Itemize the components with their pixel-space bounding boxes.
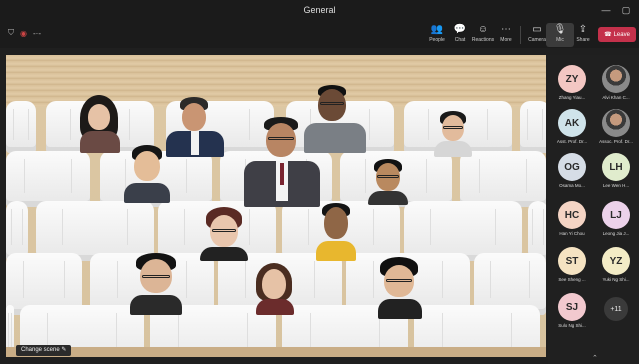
participant-tile[interactable]: ZY Zhang Yiau... <box>550 65 594 100</box>
participant-tile[interactable]: Alvi Khan C... <box>594 65 638 100</box>
avatar <box>602 65 630 93</box>
participant-tile[interactable]: ST See Sheng ... <box>550 247 594 282</box>
share-icon: ⇪ <box>578 24 588 35</box>
avatar: LJ <box>602 201 630 229</box>
seat <box>520 101 546 153</box>
participant-name: See Sheng ... <box>558 277 586 282</box>
meeting-toolbar: ⛉ ◉ -·- 👥 People 💬 Chat ☺ Reactions ⋯ Mo… <box>0 22 639 48</box>
avatar: YZ <box>602 247 630 275</box>
minimize-icon[interactable]: — <box>600 4 612 16</box>
participant-name: Han Yi Chou <box>559 231 585 236</box>
participant-tile[interactable]: Assoc. Prof. Dr... <box>594 109 638 144</box>
participant-name: Asst. Prof. Dr... <box>556 139 588 144</box>
dots-icon[interactable]: -·- <box>33 29 41 38</box>
avatar: OG <box>558 153 586 181</box>
title-bar: General — ▢ <box>0 0 639 22</box>
more-participants-badge: +11 <box>604 297 628 321</box>
seat <box>460 151 546 207</box>
together-mode-stage <box>6 55 546 357</box>
change-scene-button[interactable]: Change scene ✎ <box>16 345 72 356</box>
toolbar-divider <box>520 26 521 44</box>
avatar: AK <box>558 109 586 137</box>
seat <box>36 201 154 261</box>
participant-tile[interactable]: HC Han Yi Chou <box>550 201 594 236</box>
seat <box>6 151 90 207</box>
avatar: HC <box>558 201 586 229</box>
participant-name: Alvi Khan C... <box>602 95 630 100</box>
participant-name: Osama Mo... <box>559 183 585 188</box>
avatar: LH <box>602 153 630 181</box>
participant-tile[interactable]: LH Lee Wen H... <box>594 153 638 188</box>
avatar <box>602 109 630 137</box>
chevron-up-icon[interactable]: ⌃ <box>592 354 598 362</box>
maximize-icon[interactable]: ▢ <box>620 4 632 16</box>
participant-tile[interactable]: OG Osama Mo... <box>550 153 594 188</box>
avatar: ZY <box>558 65 586 93</box>
participant-name: Lee Wen H... <box>602 183 630 188</box>
participant-tile[interactable]: YZ Yuki Ng Shi... <box>594 247 638 282</box>
auditorium-floor <box>6 347 546 357</box>
participant-name: Sulo Ng Shi... <box>558 323 586 328</box>
seat <box>6 201 28 261</box>
participant-tile[interactable]: LJ Leong Jia J... <box>594 201 638 236</box>
participant-name: Assoc. Prof. Dr... <box>599 139 633 144</box>
participant-name: Yuki Ng Shi... <box>602 277 630 282</box>
more-icon: ⋯ <box>501 24 511 35</box>
avatar: SJ <box>558 293 586 321</box>
participant-name: Zhang Yiau... <box>558 95 586 100</box>
seat <box>6 101 36 153</box>
participant-tile[interactable]: AK Asst. Prof. Dr... <box>550 109 594 144</box>
avatar: ST <box>558 247 586 275</box>
participant-panel: ZY Zhang Yiau... Alvi Khan C... AK Asst.… <box>548 55 639 364</box>
participant-tile[interactable]: SJ Sulo Ng Shi... <box>550 293 594 328</box>
shield-icon[interactable]: ⛉ <box>8 28 14 38</box>
more-button[interactable]: ⋯ More <box>492 23 520 47</box>
share-button[interactable]: ⇪ Share <box>569 23 597 47</box>
record-icon[interactable]: ◉ <box>20 29 27 38</box>
leave-button[interactable]: ☎ Leave <box>598 27 636 42</box>
participant-name: Leong Jia J... <box>602 231 630 236</box>
overflow-participants[interactable]: +11 <box>594 295 638 321</box>
phone-icon: ☎ <box>604 32 612 38</box>
seat <box>528 201 546 261</box>
window-title: General <box>303 5 336 15</box>
seat <box>404 201 522 261</box>
